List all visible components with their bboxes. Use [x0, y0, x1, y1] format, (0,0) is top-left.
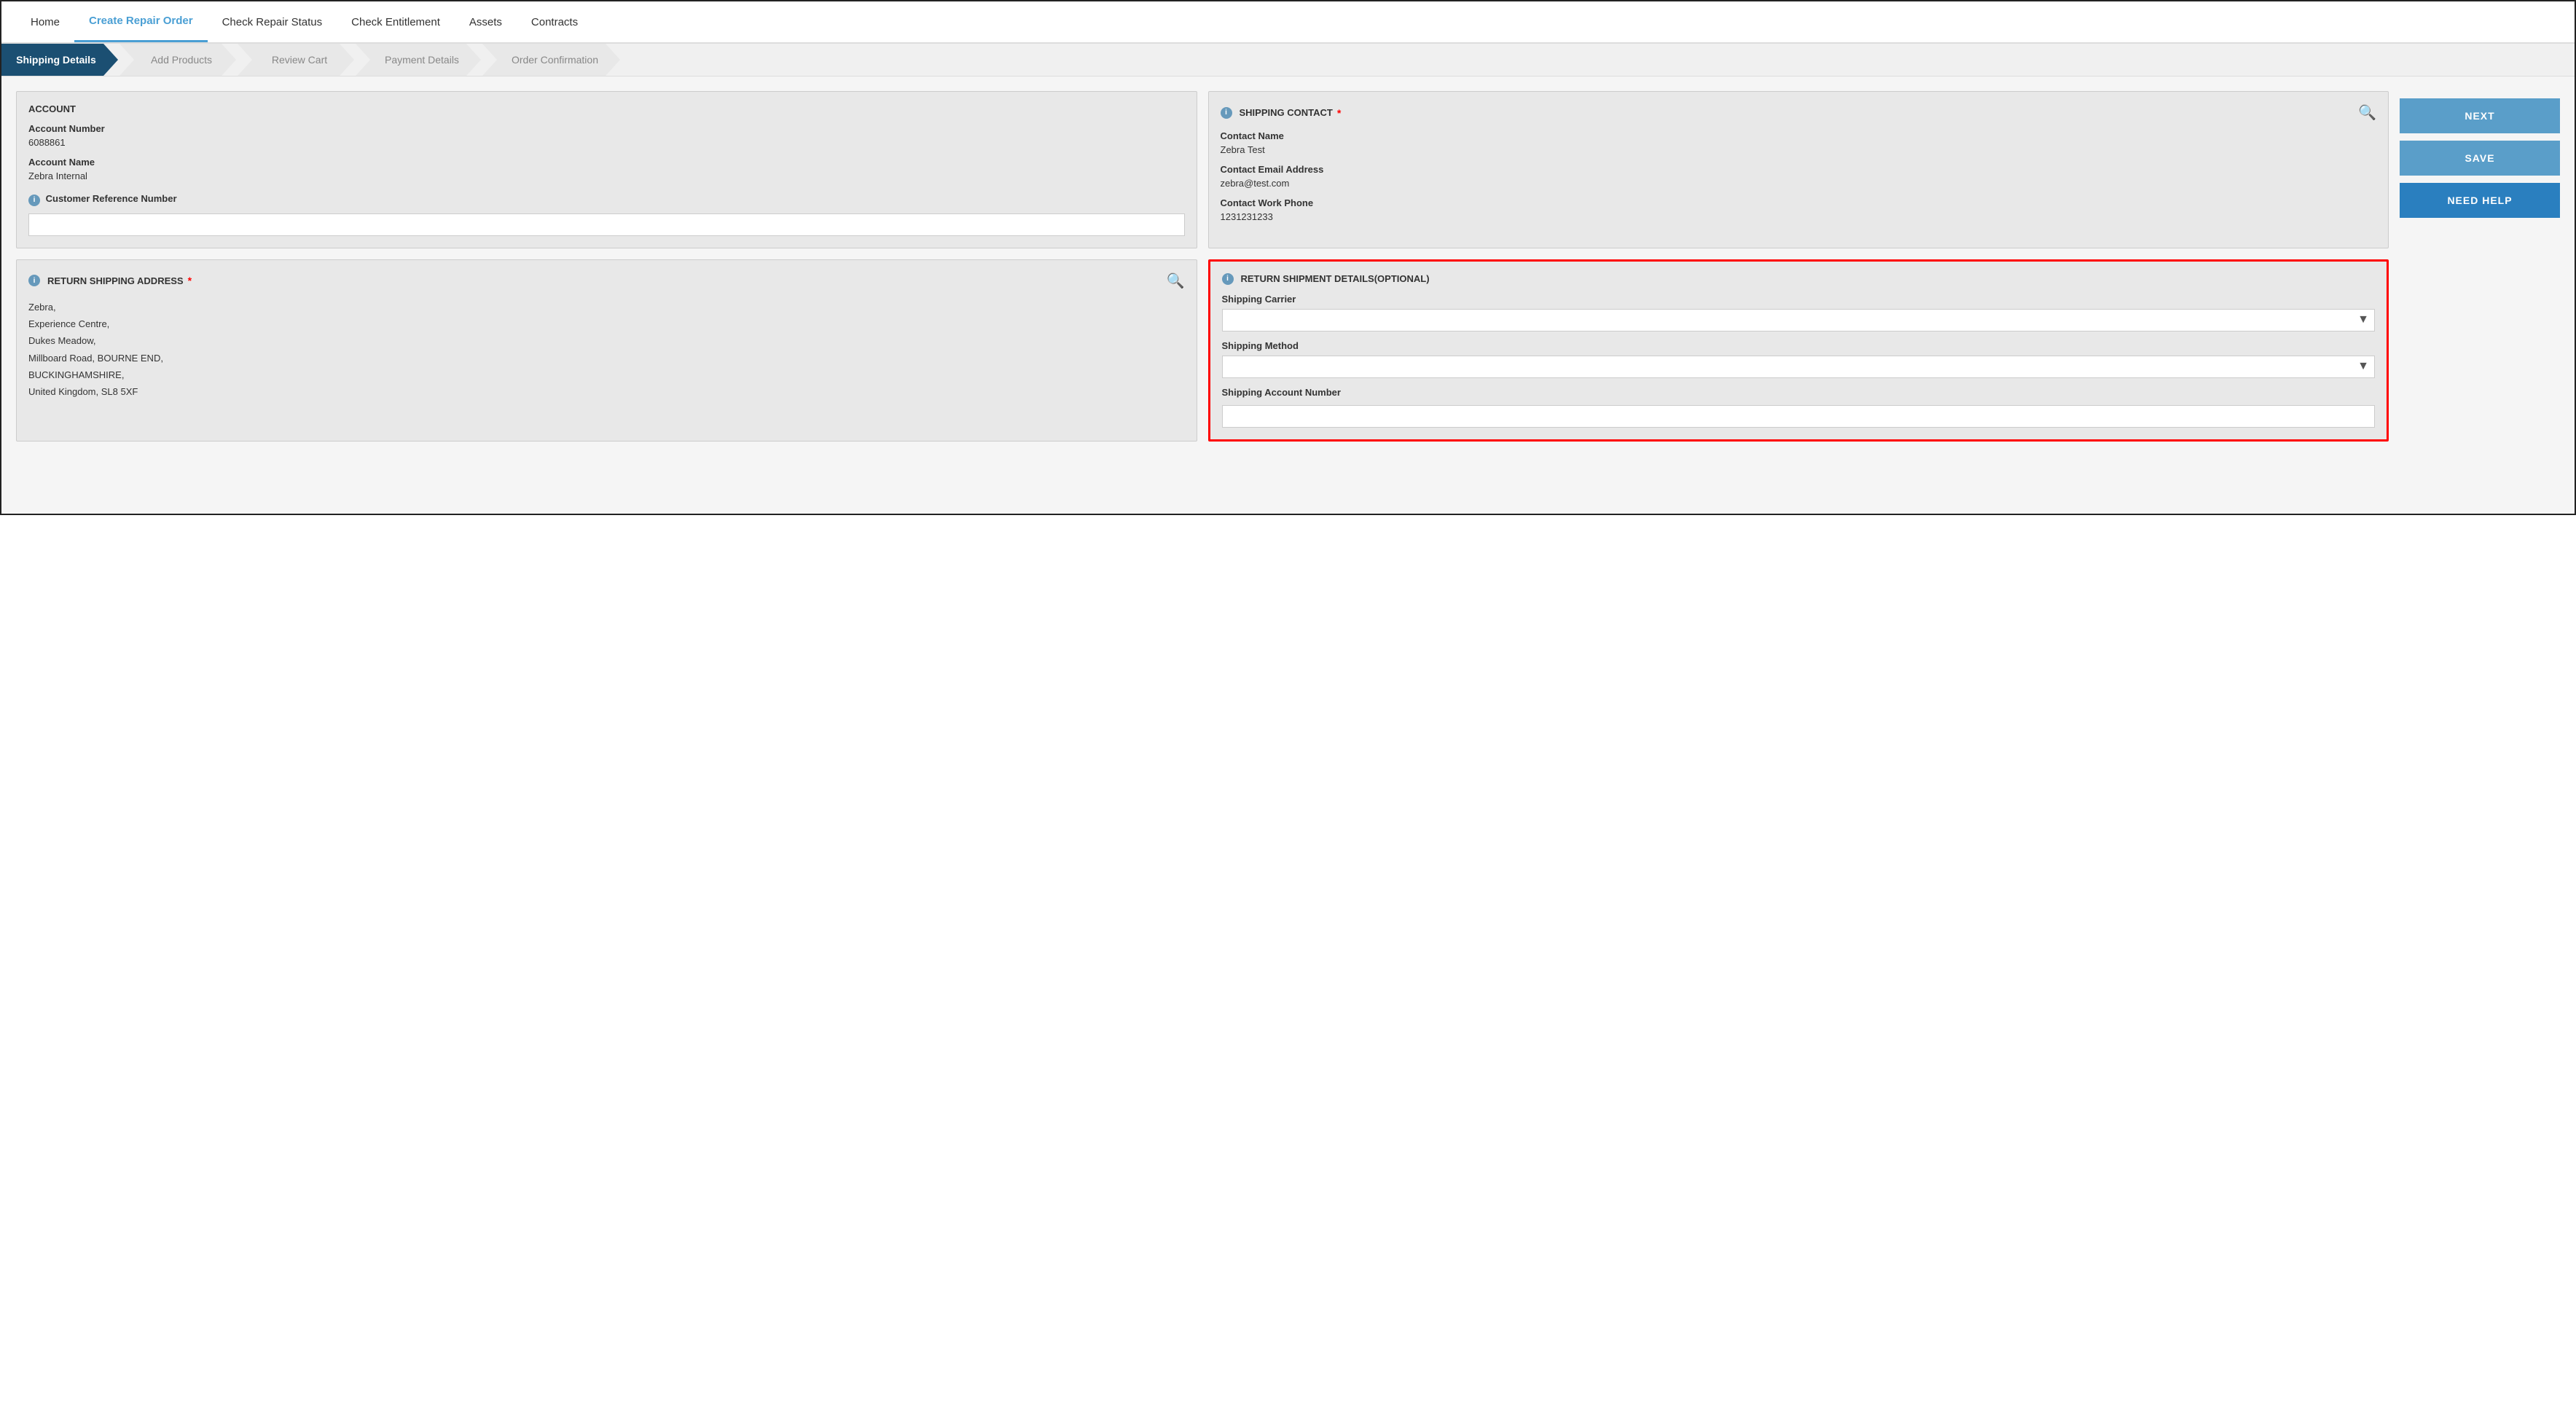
- contact-phone-label: Contact Work Phone: [1221, 197, 2377, 208]
- save-button[interactable]: SAVE: [2400, 141, 2560, 176]
- shipping-contact-header: i SHIPPING CONTACT * 🔍: [1221, 103, 2377, 122]
- contact-phone-value: 1231231233: [1221, 211, 2377, 222]
- step-shipping-details[interactable]: Shipping Details: [1, 44, 118, 76]
- empty-bottom-right: [2400, 259, 2560, 442]
- next-button[interactable]: NEXT: [2400, 98, 2560, 133]
- return-address-search-icon[interactable]: 🔍: [1167, 272, 1185, 290]
- return-shipment-details-card: i RETURN SHIPMENT DETAILS(OPTIONAL) Ship…: [1208, 259, 2389, 442]
- contact-email-label: Contact Email Address: [1221, 164, 2377, 175]
- need-help-button[interactable]: NEED HELP: [2400, 183, 2560, 218]
- nav-check-repair-status[interactable]: Check Repair Status: [208, 3, 337, 42]
- steps-bar: Shipping Details Add Products Review Car…: [1, 44, 2575, 77]
- contact-email-value: zebra@test.com: [1221, 178, 2377, 189]
- shipping-contact-info-icon: i: [1221, 107, 1232, 119]
- nav-create-repair-order[interactable]: Create Repair Order: [74, 1, 208, 42]
- shipping-carrier-wrapper: ▼: [1222, 309, 2376, 332]
- info-icon: i: [28, 195, 40, 206]
- return-address-info-icon: i: [28, 275, 40, 286]
- return-shipment-info-icon: i: [1222, 273, 1234, 285]
- return-address-required: *: [188, 275, 192, 286]
- return-shipping-address-card: i RETURN SHIPPING ADDRESS * 🔍 Zebra,Expe…: [16, 259, 1197, 442]
- contact-name-value: Zebra Test: [1221, 144, 2377, 155]
- nav-contracts[interactable]: Contracts: [517, 3, 592, 42]
- shipping-account-label: Shipping Account Number: [1222, 387, 2376, 398]
- step-add-products[interactable]: Add Products: [120, 44, 236, 76]
- shipping-contact-card: i SHIPPING CONTACT * 🔍 Contact Name Zebr…: [1208, 91, 2389, 248]
- shipping-method-label: Shipping Method: [1222, 340, 2376, 351]
- shipping-contact-search-icon[interactable]: 🔍: [2358, 103, 2376, 122]
- shipping-account-input[interactable]: [1222, 405, 2376, 428]
- account-number-value: 6088861: [28, 137, 1185, 148]
- account-name-value: Zebra Internal: [28, 170, 1185, 181]
- button-panel: NEXT SAVE NEED HELP: [2400, 91, 2560, 248]
- account-name-label: Account Name: [28, 157, 1185, 168]
- top-navigation: Home Create Repair Order Check Repair St…: [1, 1, 2575, 44]
- shipping-carrier-label: Shipping Carrier: [1222, 294, 2376, 305]
- nav-check-entitlement[interactable]: Check Entitlement: [337, 3, 455, 42]
- shipping-contact-required: *: [1337, 107, 1341, 119]
- step-payment-details[interactable]: Payment Details: [356, 44, 481, 76]
- account-card: ACCOUNT Account Number 6088861 Account N…: [16, 91, 1197, 248]
- nav-assets[interactable]: Assets: [455, 3, 517, 42]
- shipping-carrier-select[interactable]: [1222, 309, 2376, 332]
- customer-reference-label: i Customer Reference Number: [28, 193, 1185, 206]
- step-order-confirmation[interactable]: Order Confirmation: [482, 44, 620, 76]
- account-number-label: Account Number: [28, 123, 1185, 134]
- shipping-method-wrapper: ▼: [1222, 356, 2376, 378]
- shipping-method-select[interactable]: [1222, 356, 2376, 378]
- return-shipping-address-header: i RETURN SHIPPING ADDRESS * 🔍: [28, 272, 1185, 290]
- return-shipment-header: i RETURN SHIPMENT DETAILS(OPTIONAL): [1222, 273, 2376, 285]
- customer-reference-input[interactable]: [28, 213, 1185, 236]
- return-address-value: Zebra,Experience Centre,Dukes Meadow,Mil…: [28, 299, 1185, 401]
- nav-home[interactable]: Home: [16, 3, 74, 42]
- account-header: ACCOUNT: [28, 103, 1185, 114]
- contact-name-label: Contact Name: [1221, 130, 2377, 141]
- main-content: ACCOUNT Account Number 6088861 Account N…: [1, 77, 2575, 514]
- step-review-cart[interactable]: Review Cart: [238, 44, 354, 76]
